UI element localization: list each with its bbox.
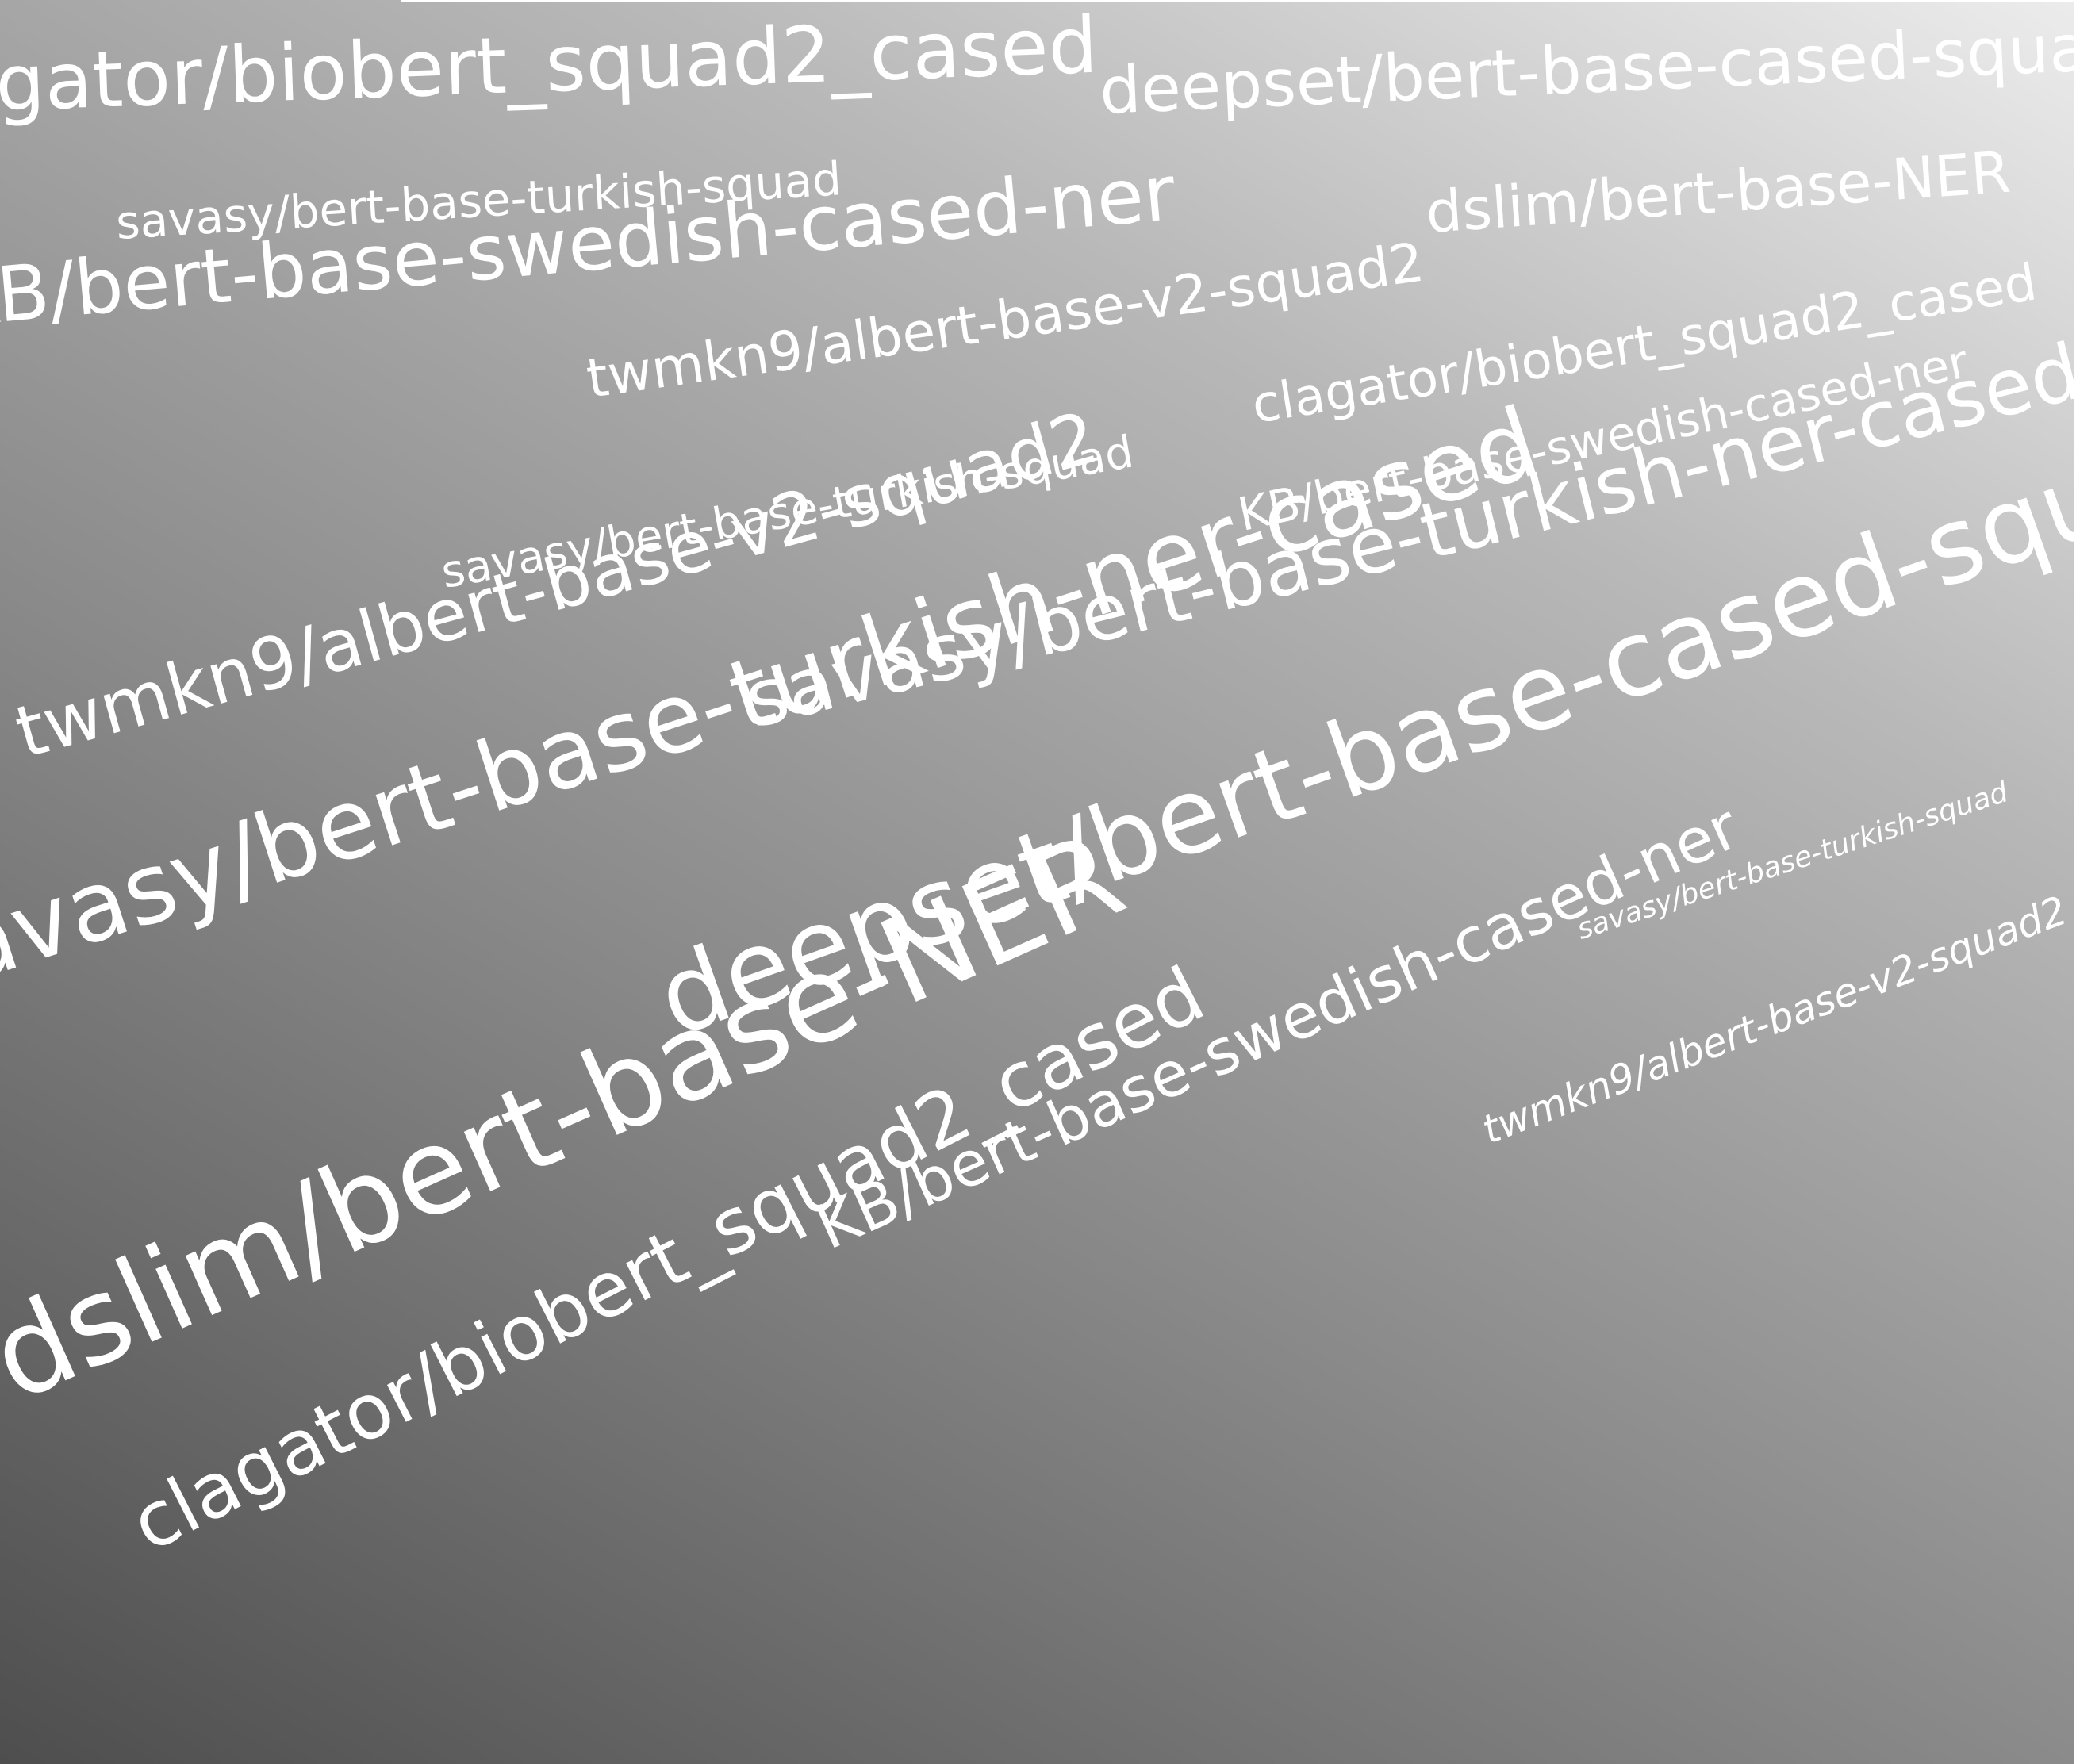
word-dslim-top: dslim/bert-base-NER: [1423, 138, 2013, 246]
word-clagator-biobert-top: clagator/biobert_squad2_cased: [0, 0, 1099, 133]
word-collage: clagator/biobert_squad2_cased deepset/be…: [0, 0, 2076, 1764]
word-deepset-top: deepset/bert-base-cased-squad2: [1098, 7, 2076, 129]
top-edge-line: [401, 0, 2076, 2]
